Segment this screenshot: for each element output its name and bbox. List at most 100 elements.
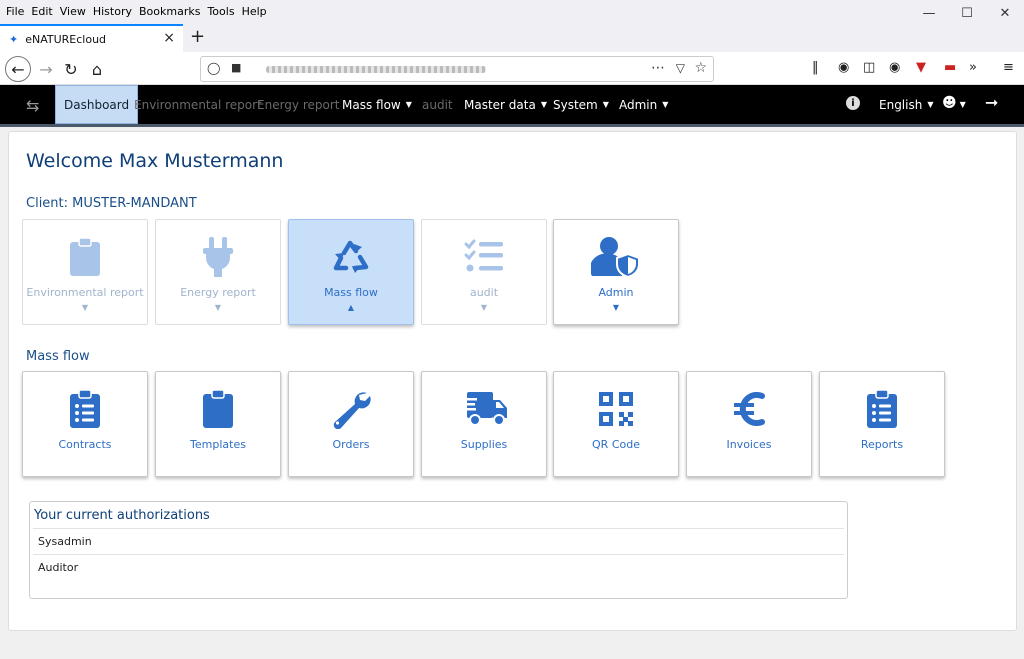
tile-admin[interactable]: Admin ▼ xyxy=(553,219,679,325)
nav-mass-flow-label: Mass flow xyxy=(342,97,401,112)
nav-mass-flow[interactable]: Mass flow ▼ xyxy=(334,85,420,124)
caret-down-icon: ▼ xyxy=(480,303,488,312)
browser-navbar: ← → ↻ ⌂ ◯ ■ ⋯ ▽ ☆ ‖ ◉ ◫ ◉ ▼ ▬ » ≡ xyxy=(0,52,1024,85)
tile-label: Mass flow xyxy=(324,286,378,299)
swap-icon[interactable]: ⇆ xyxy=(26,96,39,115)
caret-down-icon: ▼ xyxy=(927,100,934,109)
menu-bookmarks[interactable]: Bookmarks xyxy=(138,5,201,18)
tile-label: Supplies xyxy=(460,438,508,451)
clipboard-icon xyxy=(68,234,102,280)
page-title: Welcome Max Mustermann xyxy=(26,150,284,172)
wrench-icon xyxy=(331,386,371,432)
tile-audit: audit ▼ xyxy=(421,219,547,325)
tile-label: Energy report xyxy=(180,286,256,299)
shield-icon[interactable]: ◯ xyxy=(207,61,220,75)
user-menu-icon[interactable]: ☻ ▼ xyxy=(942,95,966,111)
caret-down-icon: ▼ xyxy=(81,303,89,312)
tile-contracts[interactable]: Contracts xyxy=(22,371,148,477)
list-item: Auditor xyxy=(33,554,844,580)
tile-label: Templates xyxy=(190,438,246,451)
qrcode-icon xyxy=(598,386,634,432)
tile-energy-report: Energy report ▼ xyxy=(155,219,281,325)
caret-down-icon: ▼ xyxy=(662,100,669,109)
nav-energy-report: Energy report xyxy=(249,85,347,124)
tile-templates[interactable]: Templates xyxy=(155,371,281,477)
checklist-icon xyxy=(464,234,504,280)
menu-history[interactable]: History xyxy=(92,5,133,18)
tile-label: Contracts xyxy=(58,438,112,451)
menu-edit[interactable]: Edit xyxy=(30,5,53,18)
menu-help[interactable]: Help xyxy=(241,5,268,18)
nav-energy-report-label: Energy report xyxy=(257,97,340,112)
nav-audit: audit xyxy=(414,85,461,124)
clipboard-list-icon xyxy=(866,386,898,432)
dashboard-panel: Welcome Max Mustermann Client: MUSTER-MA… xyxy=(8,131,1017,631)
leaf-icon: ✦ xyxy=(9,32,19,46)
nav-system[interactable]: System ▼ xyxy=(545,85,617,124)
client-heading: Client: MUSTER-MANDANT xyxy=(26,196,197,211)
overflow-chevron-icon[interactable]: » xyxy=(969,60,977,75)
list-item: Sysadmin xyxy=(33,528,844,554)
caret-down-icon: ▼ xyxy=(405,100,412,109)
extension-icon-2[interactable]: ▬ xyxy=(944,60,956,75)
back-icon[interactable]: ← xyxy=(5,56,31,82)
menu-tools[interactable]: Tools xyxy=(206,5,235,18)
tab-title: eNATUREcloud xyxy=(25,32,107,46)
forward-icon[interactable]: → xyxy=(33,56,59,82)
mass-flow-heading: Mass flow xyxy=(26,349,90,364)
tile-reports[interactable]: Reports xyxy=(819,371,945,477)
nav-environmental-report-label: Environmental report xyxy=(134,97,262,112)
info-icon[interactable]: i xyxy=(846,96,860,110)
nav-master-data[interactable]: Master data ▼ xyxy=(456,85,555,124)
tile-invoices[interactable]: Invoices xyxy=(686,371,812,477)
tile-label: Admin xyxy=(598,286,634,299)
home-icon[interactable]: ⌂ xyxy=(84,56,110,82)
authorizations-title: Your current authorizations xyxy=(34,508,210,523)
extension-icon[interactable]: ◉ xyxy=(889,60,900,75)
caret-down-icon: ▼ xyxy=(602,100,609,109)
truck-icon xyxy=(459,386,509,432)
plug-icon xyxy=(201,234,235,280)
menu-view[interactable]: View xyxy=(59,5,87,18)
tile-qr-code[interactable]: QR Code xyxy=(553,371,679,477)
bookmark-star-icon[interactable]: ☆ xyxy=(694,60,707,76)
caret-down-icon: ▼ xyxy=(214,303,222,312)
nav-dashboard-label: Dashboard xyxy=(64,97,130,112)
hamburger-menu-icon[interactable]: ≡ xyxy=(1003,60,1014,75)
browser-menubar: File Edit View History Bookmarks Tools H… xyxy=(0,0,1024,22)
library-icon[interactable]: ‖ xyxy=(812,60,819,75)
reload-icon[interactable]: ↻ xyxy=(58,56,84,82)
more-actions-icon[interactable]: ⋯ xyxy=(651,60,665,76)
globe-icon[interactable]: ◉ xyxy=(838,60,849,75)
user-shield-icon xyxy=(591,234,641,280)
url-text-blurred xyxy=(266,66,486,73)
logout-icon[interactable]: ➞ xyxy=(985,93,998,112)
lock-icon[interactable]: ■ xyxy=(231,61,241,74)
tile-label: audit xyxy=(469,286,499,299)
euro-icon xyxy=(732,386,766,432)
url-bar[interactable]: ◯ ■ ⋯ ▽ ☆ xyxy=(200,56,714,82)
tile-label: Environmental report xyxy=(26,286,144,299)
tile-label: Invoices xyxy=(726,438,772,451)
close-tab-icon[interactable]: × xyxy=(163,30,175,46)
tile-orders[interactable]: Orders xyxy=(288,371,414,477)
nav-system-label: System xyxy=(553,97,598,112)
language-dropdown[interactable]: English ▼ xyxy=(871,85,942,124)
recycle-icon xyxy=(330,234,372,280)
pocket-icon[interactable]: ▽ xyxy=(676,61,685,75)
sidebar-icon[interactable]: ◫ xyxy=(863,60,875,75)
tile-mass-flow[interactable]: Mass flow ▲ xyxy=(288,219,414,325)
nav-admin[interactable]: Admin ▼ xyxy=(611,85,676,124)
clipboard-list-icon xyxy=(69,386,101,432)
nav-admin-label: Admin xyxy=(619,97,658,112)
caret-down-icon: ▼ xyxy=(612,303,620,312)
tile-environmental-report: Environmental report ▼ xyxy=(22,219,148,325)
nav-master-data-label: Master data xyxy=(464,97,536,112)
app-navbar: ⇆ Dashboard Environmental report Energy … xyxy=(0,85,1024,127)
extension-v-icon[interactable]: ▼ xyxy=(916,60,926,75)
tile-supplies[interactable]: Supplies xyxy=(421,371,547,477)
tab-bar: ✦ eNATUREcloud × + xyxy=(0,22,1024,52)
browser-tab[interactable]: ✦ eNATUREcloud × xyxy=(0,24,183,52)
new-tab-icon[interactable]: + xyxy=(190,26,205,47)
menu-file[interactable]: File xyxy=(5,5,25,18)
